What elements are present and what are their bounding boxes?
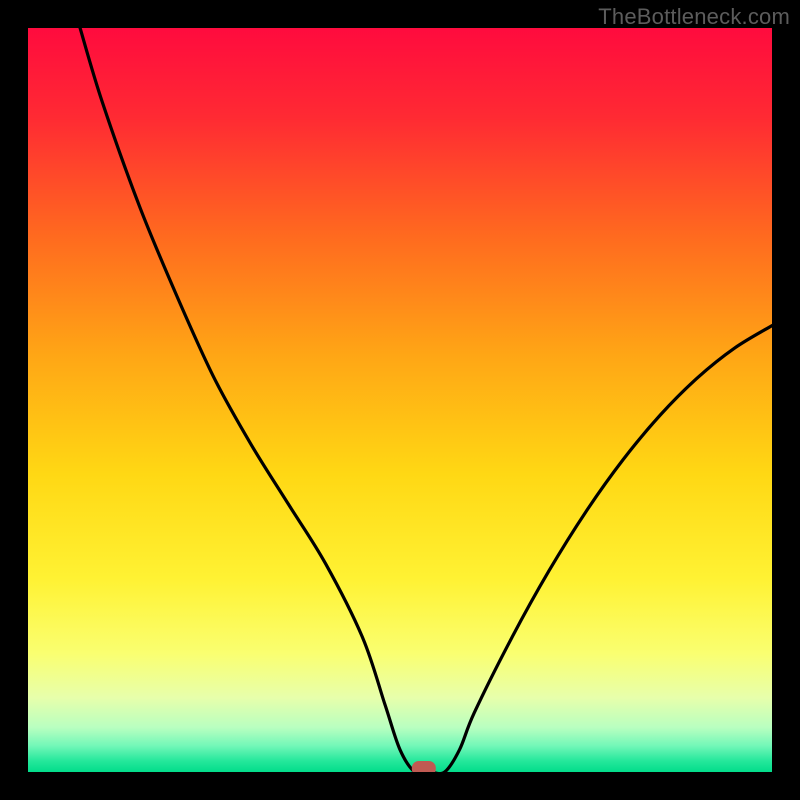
plot-svg — [28, 28, 772, 772]
background-gradient — [28, 28, 772, 772]
chart-frame: TheBottleneck.com — [0, 0, 800, 800]
plot-area — [28, 28, 772, 772]
watermark-text: TheBottleneck.com — [598, 4, 790, 30]
optimum-marker — [412, 761, 436, 772]
